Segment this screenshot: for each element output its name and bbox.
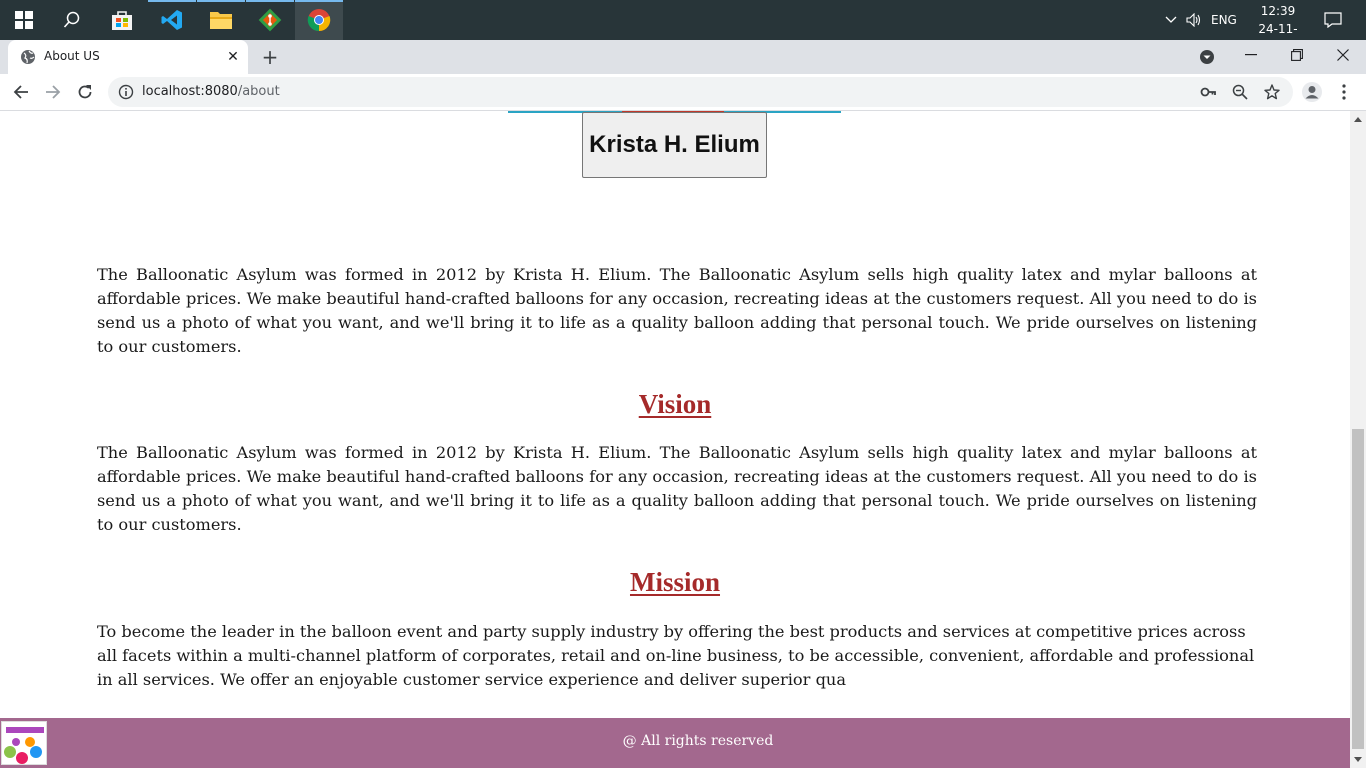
forward-arrow-icon[interactable] [38,77,68,107]
windows-taskbar: ENG 12:39 24-11-2021 [0,0,1366,54]
vision-heading: Vision [638,389,712,419]
menu-dots-icon[interactable] [1329,77,1359,107]
scroll-up-arrow-icon[interactable] [1350,111,1366,127]
profile-avatar-icon[interactable] [1297,77,1327,107]
url-path: /about [237,84,280,99]
windows-start-icon[interactable] [0,0,48,40]
founder-name-button[interactable]: Krista H. Elium [582,112,767,178]
key-icon[interactable] [1198,82,1218,102]
vision-paragraph: The Balloonatic Asylum was formed in 201… [97,443,1257,534]
close-tab-icon[interactable]: ✕ [224,48,242,66]
tab-title: About US [44,49,100,63]
back-arrow-icon[interactable] [6,77,36,107]
about-paragraph: The Balloonatic Asylum was formed in 201… [97,265,1257,356]
language-indicator[interactable]: ENG [1211,0,1237,40]
bookmark-star-icon[interactable] [1262,82,1282,102]
reload-icon[interactable] [70,77,100,107]
info-icon[interactable] [116,82,136,102]
url-host: localhost:8080 [142,84,238,99]
new-tab-button[interactable]: + [258,45,282,69]
chrome-icon[interactable] [295,0,343,40]
minimize-button[interactable] [1228,40,1274,70]
file-explorer-icon[interactable] [197,0,245,40]
page-footer: @ All rights reserved [0,718,1350,768]
notification-icon[interactable] [1322,0,1344,40]
scroll-down-arrow-icon[interactable] [1350,752,1366,768]
browser-tab[interactable]: About US ✕ [8,40,248,74]
restore-button[interactable] [1274,40,1320,70]
browser-tab-strip: About US ✕ + [0,40,1366,74]
tab-search-icon[interactable] [1184,42,1230,72]
close-window-button[interactable] [1320,40,1366,70]
globe-icon [20,49,36,69]
copyright-text: @ All rights reserved [622,733,774,749]
mission-paragraph: To become the leader in the balloon even… [97,622,1255,689]
speaker-icon[interactable] [1185,0,1203,40]
browser-toolbar: localhost:8080/about [0,74,1366,111]
zoom-icon[interactable] [1230,82,1250,102]
scrollbar-thumb[interactable] [1352,429,1364,749]
clock-time: 12:39 [1260,4,1296,18]
page-viewport: Krista H. Elium The Balloonatic Asylum w… [0,111,1350,768]
git-icon[interactable] [246,0,294,40]
url-text: localhost:8080/about [142,84,280,99]
mission-heading: Mission [629,567,721,597]
search-icon[interactable] [48,0,96,40]
page-scrollbar[interactable] [1350,111,1366,768]
address-bar[interactable]: localhost:8080/about [108,77,1293,107]
store-icon[interactable] [98,0,146,40]
chevron-up-icon[interactable] [1163,0,1179,40]
vscode-icon[interactable] [148,0,196,40]
